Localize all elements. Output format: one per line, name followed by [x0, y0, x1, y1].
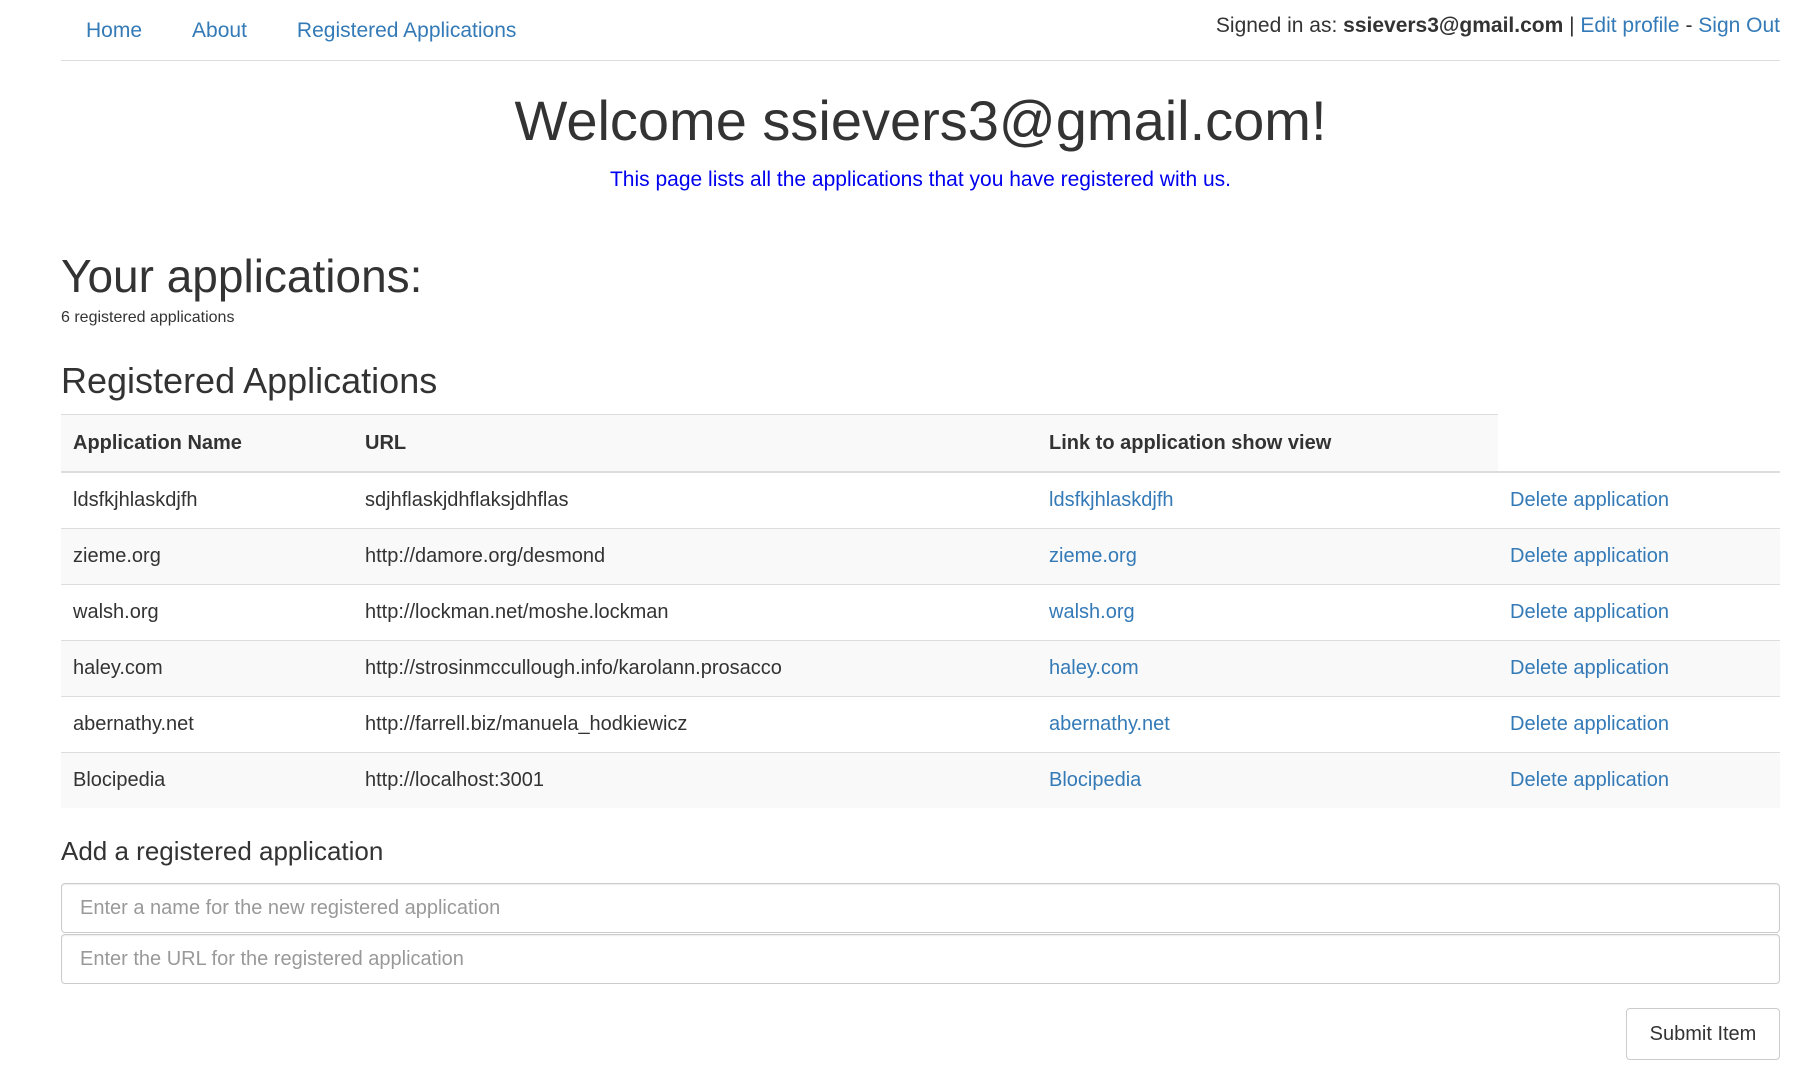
app-name-cell: zieme.org: [61, 528, 353, 585]
table-row: abernathy.net http://farrell.biz/manuela…: [61, 696, 1780, 753]
table-row: walsh.org http://lockman.net/moshe.lockm…: [61, 584, 1780, 641]
column-header-actions: [1498, 414, 1780, 473]
app-actions-cell: Delete application: [1498, 528, 1780, 585]
app-actions-cell: Delete application: [1498, 696, 1780, 753]
nav-about-link[interactable]: About: [167, 0, 272, 62]
table-row: haley.com http://strosinmccullough.info/…: [61, 640, 1780, 697]
app-url-cell: sdjhflaskjdhflaksjdhflas: [353, 471, 1037, 529]
applications-table: Application Name URL Link to application…: [61, 414, 1780, 808]
delete-application-link[interactable]: Delete application: [1510, 657, 1669, 679]
app-link-cell: Blocipedia: [1037, 752, 1498, 808]
nav-registered-applications-link[interactable]: Registered Applications: [272, 0, 541, 62]
delete-application-link[interactable]: Delete application: [1510, 489, 1669, 511]
app-show-link[interactable]: Blocipedia: [1049, 769, 1141, 791]
app-link-cell: walsh.org: [1037, 584, 1498, 641]
add-application-heading: Add a registered application: [61, 836, 384, 866]
column-header-url: URL: [353, 414, 1037, 473]
table-row: Blocipedia http://localhost:3001 Blocipe…: [61, 752, 1780, 808]
app-url-cell: http://farrell.biz/manuela_hodkiewicz: [353, 696, 1037, 753]
app-name-cell: ldsfkjhlaskdjfh: [61, 471, 353, 529]
app-actions-cell: Delete application: [1498, 752, 1780, 808]
app-name-cell: abernathy.net: [61, 696, 353, 753]
application-url-input[interactable]: [61, 934, 1780, 984]
app-link-cell: haley.com: [1037, 640, 1498, 697]
app-url-cell: http://damore.org/desmond: [353, 528, 1037, 585]
welcome-heading: Welcome ssievers3@gmail.com!: [514, 89, 1327, 152]
app-show-link[interactable]: zieme.org: [1049, 545, 1137, 567]
user-info: Signed in as: ssievers3@gmail.com | Edit…: [1216, 14, 1780, 38]
column-header-link: Link to application show view: [1037, 414, 1498, 473]
app-url-cell: http://lockman.net/moshe.lockman: [353, 584, 1037, 641]
delete-application-link[interactable]: Delete application: [1510, 601, 1669, 623]
column-header-name: Application Name: [61, 414, 353, 473]
application-name-input[interactable]: [61, 883, 1780, 933]
app-show-link[interactable]: walsh.org: [1049, 601, 1135, 623]
app-link-cell: ldsfkjhlaskdjfh: [1037, 471, 1498, 529]
delete-application-link[interactable]: Delete application: [1510, 545, 1669, 567]
separator: |: [1563, 14, 1581, 37]
delete-application-link[interactable]: Delete application: [1510, 713, 1669, 735]
app-url-cell: http://localhost:3001: [353, 752, 1037, 808]
user-email: ssievers3@gmail.com: [1343, 14, 1564, 37]
edit-profile-link[interactable]: Edit profile: [1580, 14, 1679, 37]
app-show-link[interactable]: abernathy.net: [1049, 713, 1170, 735]
table-row: zieme.org http://damore.org/desmond ziem…: [61, 528, 1780, 585]
separator: -: [1679, 14, 1699, 37]
app-link-cell: zieme.org: [1037, 528, 1498, 585]
app-name-cell: haley.com: [61, 640, 353, 697]
app-url-cell: http://strosinmccullough.info/karolann.p…: [353, 640, 1037, 697]
nav-home-link[interactable]: Home: [61, 0, 167, 62]
app-name-cell: Blocipedia: [61, 752, 353, 808]
table-header-row: Application Name URL Link to application…: [61, 414, 1780, 473]
app-actions-cell: Delete application: [1498, 584, 1780, 641]
app-show-link[interactable]: ldsfkjhlaskdjfh: [1049, 489, 1174, 511]
app-show-link[interactable]: haley.com: [1049, 657, 1139, 679]
table-row: ldsfkjhlaskdjfh sdjhflaskjdhflaksjdhflas…: [61, 471, 1780, 529]
delete-application-link[interactable]: Delete application: [1510, 769, 1669, 791]
nav-links: Home About Registered Applications: [61, 0, 541, 62]
app-name-cell: walsh.org: [61, 584, 353, 641]
top-navbar: Home About Registered Applications Signe…: [61, 0, 1780, 61]
application-count: 6 registered applications: [61, 309, 235, 326]
sign-out-link[interactable]: Sign Out: [1698, 14, 1780, 37]
submit-item-button[interactable]: Submit Item: [1626, 1008, 1780, 1060]
signed-in-label: Signed in as:: [1215, 14, 1344, 37]
app-actions-cell: Delete application: [1498, 471, 1780, 529]
app-link-cell: abernathy.net: [1037, 696, 1498, 753]
your-applications-heading: Your applications:: [61, 250, 423, 302]
app-actions-cell: Delete application: [1498, 640, 1780, 697]
registered-applications-heading: Registered Applications: [61, 360, 438, 401]
intro-text: This page lists all the applications tha…: [609, 168, 1231, 191]
